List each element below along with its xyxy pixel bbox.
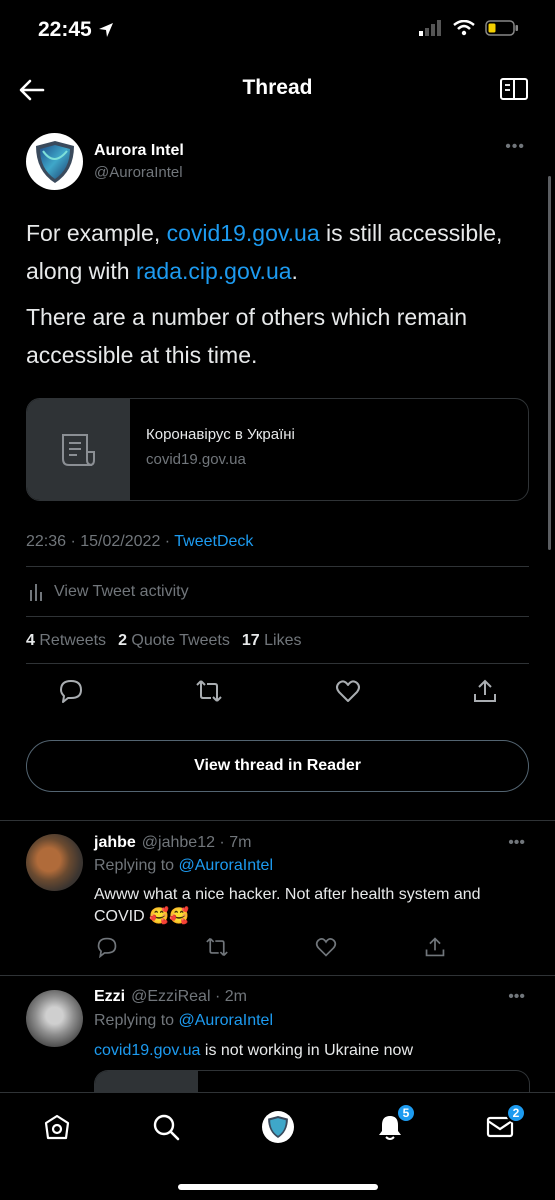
home-icon xyxy=(44,1114,70,1140)
tweet-action-bar xyxy=(58,678,498,704)
replying-to-prefix: Replying to xyxy=(94,857,179,874)
messages-badge: 2 xyxy=(506,1103,526,1123)
view-tweet-activity[interactable]: View Tweet activity xyxy=(28,582,189,602)
view-thread-reader-button[interactable]: View thread in Reader xyxy=(26,740,529,792)
link-covid19[interactable]: covid19.gov.ua xyxy=(167,220,320,246)
analytics-icon xyxy=(30,584,42,601)
divider xyxy=(26,566,529,567)
more-options-icon[interactable]: ••• xyxy=(508,834,525,852)
divider xyxy=(26,616,529,617)
reply-author-name[interactable]: jahbe xyxy=(94,834,136,852)
wifi-icon xyxy=(453,20,475,36)
status-bar-indicators xyxy=(419,20,519,36)
reader-mode-button[interactable] xyxy=(499,76,529,102)
reply-header: jahbe @jahbe12 · 7m xyxy=(94,834,251,852)
divider xyxy=(0,820,555,821)
divider xyxy=(0,975,555,976)
likes-label: Likes xyxy=(264,632,302,649)
reply-text-body: is not working in Ukraine now xyxy=(200,1042,413,1059)
reply-header: Ezzi @EzziReal · 2m xyxy=(94,988,247,1006)
tweet-paragraph: For example, covid19.gov.ua is still acc… xyxy=(26,214,526,290)
clock-text: 22:45 xyxy=(38,18,92,41)
book-icon xyxy=(500,78,528,100)
timestamp-text: 22:36 · 15/02/2022 · xyxy=(26,533,175,550)
nav-messages[interactable]: 2 xyxy=(484,1103,526,1143)
reply-text: covid19.gov.ua is not working in Ukraine… xyxy=(94,1040,534,1062)
link-card-thumbnail xyxy=(27,399,130,500)
scrollbar[interactable] xyxy=(548,176,551,550)
quotes-count: 2 xyxy=(118,632,127,649)
likes-stat[interactable]: 17 Likes xyxy=(242,632,302,650)
status-bar-time: 22:45 xyxy=(38,18,114,42)
page-title: Thread xyxy=(242,76,313,99)
tweet-paragraph: There are a number of others which remai… xyxy=(26,304,468,368)
retweet-icon[interactable] xyxy=(205,936,229,958)
search-icon xyxy=(153,1114,180,1141)
replying-to: Replying to @AuroraIntel xyxy=(94,857,273,875)
more-options-icon[interactable]: ••• xyxy=(505,138,525,156)
like-heart-icon[interactable] xyxy=(315,936,337,958)
link-preview-card[interactable]: Коронавірус в Україні covid19.gov.ua xyxy=(26,398,529,501)
nav-spaces[interactable] xyxy=(262,1111,294,1143)
tweet-text-part: For example, xyxy=(26,220,167,246)
divider xyxy=(26,663,529,664)
tweet-stats: 4 Retweets 2 Quote Tweets 17 Likes xyxy=(26,632,301,650)
activity-label: View Tweet activity xyxy=(54,583,189,600)
share-icon[interactable] xyxy=(424,936,446,958)
reply-action-bar xyxy=(96,936,446,958)
likes-count: 17 xyxy=(241,632,260,649)
like-heart-icon[interactable] xyxy=(335,678,361,704)
reply-text: Awww what a nice hacker. Not after healt… xyxy=(94,886,481,925)
quote-tweets-stat[interactable]: 2 Quote Tweets xyxy=(118,632,230,650)
profile-shield-icon xyxy=(262,1111,294,1143)
tweet-text: For example, covid19.gov.ua is still acc… xyxy=(26,214,526,382)
replying-to-link[interactable]: @AuroraIntel xyxy=(179,857,274,874)
avatar[interactable] xyxy=(26,990,83,1047)
retweets-stat[interactable]: 4 Retweets xyxy=(26,632,106,650)
tweet-timestamp: 22:36 · 15/02/2022 · TweetDeck xyxy=(26,533,253,551)
author-handle[interactable]: @AuroraIntel xyxy=(94,164,183,181)
document-icon xyxy=(61,433,95,466)
reply-icon[interactable] xyxy=(96,936,118,958)
reply-icon[interactable] xyxy=(58,678,84,704)
reply-author-handle[interactable]: @EzziReal · 2m xyxy=(131,988,247,1006)
tweet-text-part: . xyxy=(291,258,298,284)
retweets-label: Retweets xyxy=(39,632,107,649)
replying-to: Replying to @AuroraIntel xyxy=(94,1012,273,1030)
avatar[interactable] xyxy=(26,133,83,190)
quotes-label: Quote Tweets xyxy=(131,632,230,649)
aurora-shield-logo-icon xyxy=(35,140,74,183)
notifications-badge: 5 xyxy=(396,1103,416,1123)
link-card-title: Коронавірус в Україні xyxy=(146,426,295,443)
replying-to-link[interactable]: @AuroraIntel xyxy=(179,1012,274,1029)
author-name[interactable]: Aurora Intel xyxy=(94,142,184,160)
link-rada[interactable]: rada.cip.gov.ua xyxy=(136,258,292,284)
link-card-domain: covid19.gov.ua xyxy=(146,451,246,468)
retweets-count: 4 xyxy=(26,632,35,649)
home-indicator[interactable] xyxy=(178,1184,378,1190)
avatar[interactable] xyxy=(26,834,83,891)
source-link[interactable]: TweetDeck xyxy=(174,533,253,550)
nav-home[interactable] xyxy=(41,1111,73,1143)
reply-author-handle[interactable]: @jahbe12 · 7m xyxy=(142,834,252,852)
share-icon[interactable] xyxy=(472,678,498,704)
battery-icon xyxy=(485,20,518,36)
retweet-icon[interactable] xyxy=(195,678,223,704)
nav-search[interactable] xyxy=(150,1111,182,1143)
location-arrow-icon xyxy=(98,23,113,37)
nav-notifications[interactable]: 5 xyxy=(374,1103,416,1143)
reply-link[interactable]: covid19.gov.ua xyxy=(94,1042,200,1059)
signal-icon xyxy=(419,20,441,36)
more-options-icon[interactable]: ••• xyxy=(508,988,525,1006)
link-card-body: Коронавірус в Україні covid19.gov.ua xyxy=(130,399,295,500)
reply-author-name[interactable]: Ezzi xyxy=(94,988,125,1006)
replying-to-prefix: Replying to xyxy=(94,1012,179,1029)
